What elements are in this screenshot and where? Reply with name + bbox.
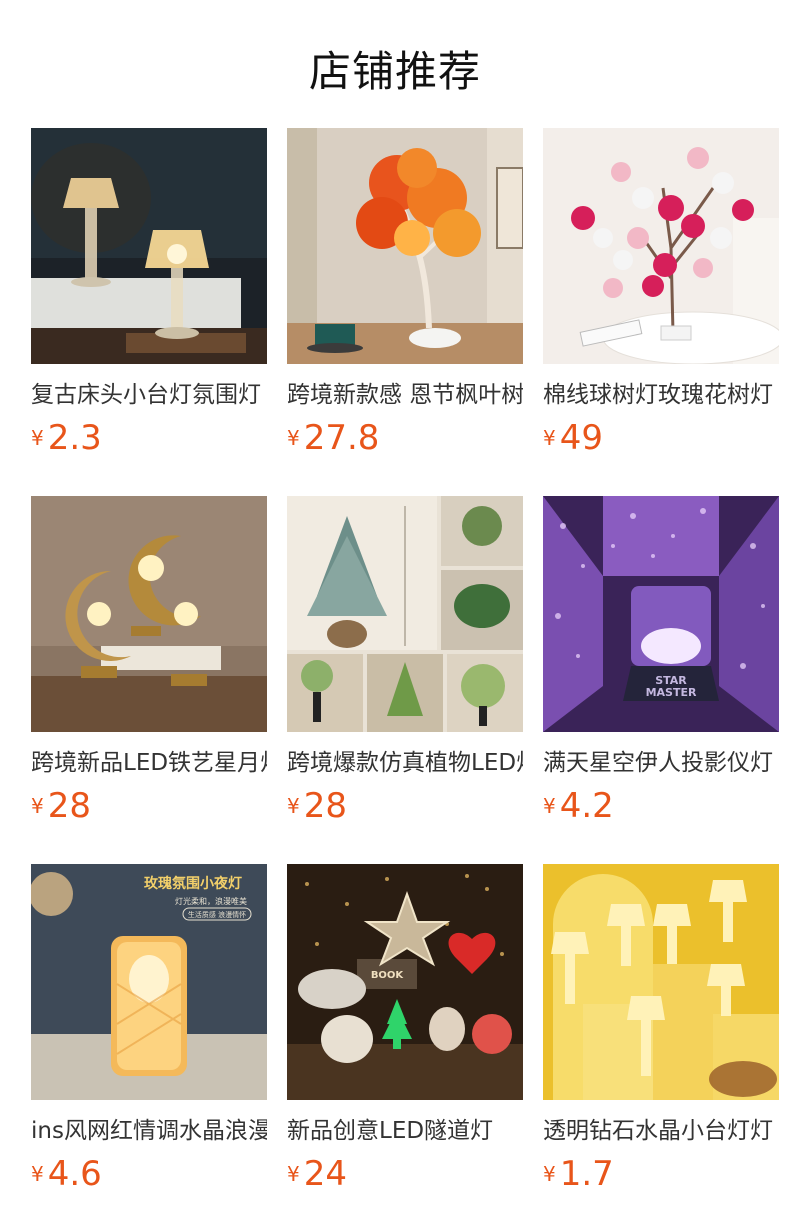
- currency-symbol: ¥: [31, 1162, 44, 1186]
- maple-tree-image: [287, 128, 523, 364]
- product-price: ¥49: [543, 418, 779, 458]
- cotton-ball-tree-image: [543, 128, 779, 364]
- product-image[interactable]: [31, 496, 267, 732]
- currency-symbol: ¥: [31, 426, 44, 450]
- currency-symbol: ¥: [287, 1162, 300, 1186]
- product-image[interactable]: [543, 128, 779, 364]
- product-image[interactable]: [287, 128, 523, 364]
- product-name[interactable]: 新品创意LED隧道灯: [287, 1114, 523, 1148]
- product-name[interactable]: 满天星空伊人投影仪灯: [543, 746, 779, 780]
- product-price: ¥28: [287, 786, 523, 826]
- product-card[interactable]: 跨境新款感 恩节枫叶树灯 ¥27.8: [287, 128, 523, 468]
- product-card[interactable]: 棉线球树灯玫瑰花树灯 ¥49: [543, 128, 779, 468]
- currency-symbol: ¥: [287, 426, 300, 450]
- price-value: 1.7: [559, 1154, 614, 1194]
- product-image[interactable]: [287, 496, 523, 732]
- page-title: 店铺推荐: [308, 47, 481, 96]
- image-subline: 灯光柔和，浪漫唯美: [175, 896, 247, 906]
- product-image[interactable]: [543, 864, 779, 1100]
- projector-brand-text: MASTER: [646, 686, 697, 699]
- product-name[interactable]: 跨境爆款仿真植物LED灯: [287, 746, 523, 780]
- product-image[interactable]: STAR MASTER: [543, 496, 779, 732]
- product-image[interactable]: 玫瑰氛围小夜灯 灯光柔和，浪漫唯美 生活质感 浪漫情怀: [31, 864, 267, 1100]
- product-price: ¥1.7: [543, 1154, 779, 1194]
- product-image[interactable]: BOOK: [287, 864, 523, 1100]
- price-value: 4.2: [559, 786, 614, 826]
- product-price: ¥2.3: [31, 418, 267, 458]
- product-card[interactable]: 跨境爆款仿真植物LED灯 ¥28: [287, 496, 523, 836]
- product-price: ¥24: [287, 1154, 523, 1194]
- crystal-lamp-image: [31, 128, 267, 364]
- plant-lamps-image: [287, 496, 523, 732]
- product-name[interactable]: 棉线球树灯玫瑰花树灯: [543, 378, 779, 412]
- product-grid: 复古床头小台灯氛围灯 ¥2.3 跨境新款感 恩节枫叶树灯 ¥ 27.8 棉线球树…: [31, 128, 779, 1228]
- star-projector-image: STAR MASTER: [543, 496, 779, 732]
- product-price: ¥28: [31, 786, 267, 826]
- product-price: ¥4.6: [31, 1154, 267, 1194]
- rose-crystal-lamp-image: 玫瑰氛围小夜灯 灯光柔和，浪漫唯美 生活质感 浪漫情怀: [31, 864, 267, 1100]
- product-card[interactable]: 玫瑰氛围小夜灯 灯光柔和，浪漫唯美 生活质感 浪漫情怀 ins风网红情调水晶浪漫…: [31, 864, 267, 1204]
- currency-symbol: ¥: [543, 426, 556, 450]
- product-card[interactable]: STAR MASTER 满天星空伊人投影仪灯 ¥4.2: [543, 496, 779, 836]
- image-headline: 玫瑰氛围小夜灯: [144, 875, 242, 892]
- currency-symbol: ¥: [543, 1162, 556, 1186]
- product-name[interactable]: 跨境新款感 恩节枫叶树灯: [287, 378, 523, 412]
- product-price: ¥27.8: [287, 418, 523, 458]
- price-value: 28: [47, 786, 91, 826]
- currency-symbol: ¥: [31, 794, 44, 818]
- product-card[interactable]: 复古床头小台灯氛围灯 ¥2.3: [31, 128, 267, 468]
- product-card[interactable]: 透明钻石水晶小台灯灯 ¥1.7: [543, 864, 779, 1204]
- price-value: 28: [303, 786, 347, 826]
- product-name[interactable]: 跨境新品LED铁艺星月灯: [31, 746, 267, 780]
- price-value: 2.3: [47, 418, 102, 458]
- page-header: 店铺推荐: [0, 0, 790, 128]
- iron-moon-image: [31, 496, 267, 732]
- product-card[interactable]: 跨境新品LED铁艺星月灯 ¥28: [31, 496, 267, 836]
- product-card[interactable]: BOOK 新品创意LED隧道灯 ¥24: [287, 864, 523, 1204]
- currency-symbol: ¥: [543, 794, 556, 818]
- price-value: 49: [559, 418, 603, 458]
- box-label-text: BOOK: [371, 970, 405, 981]
- product-name[interactable]: 透明钻石水晶小台灯灯: [543, 1114, 779, 1148]
- crystal-mini-lamps-image: [543, 864, 779, 1100]
- led-tunnel-image: BOOK: [287, 864, 523, 1100]
- price-value: 24: [303, 1154, 347, 1194]
- product-name[interactable]: 复古床头小台灯氛围灯: [31, 378, 267, 412]
- product-image[interactable]: [31, 128, 267, 364]
- currency-symbol: ¥: [287, 794, 300, 818]
- product-name[interactable]: ins风网红情调水晶浪漫台灯: [31, 1114, 267, 1148]
- product-price: ¥4.2: [543, 786, 779, 826]
- price-value: 27.8: [303, 418, 380, 458]
- price-value: 4.6: [47, 1154, 102, 1194]
- image-badge: 生活质感 浪漫情怀: [188, 910, 246, 919]
